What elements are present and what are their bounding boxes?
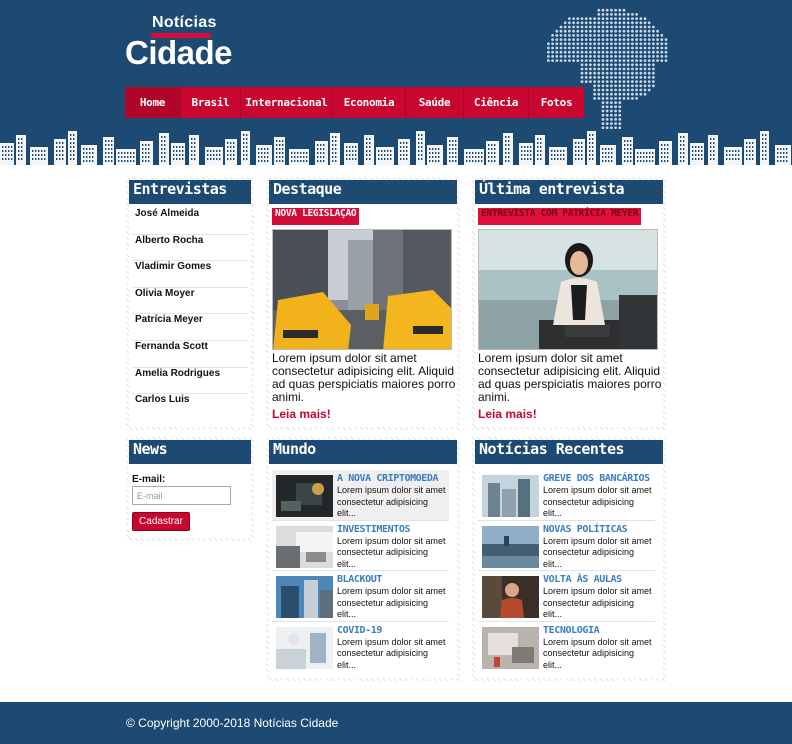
- news-item-title[interactable]: COVID-19: [337, 625, 382, 636]
- news-item-text: Lorem ipsum dolor sit amet consectetur a…: [337, 586, 446, 619]
- logo-top-text: Notícias: [152, 14, 217, 31]
- interviewee-link[interactable]: José Almeida: [132, 208, 248, 235]
- email-label: E-mail:: [132, 474, 166, 485]
- destaque-summary: Lorem ipsum dolor sit amet consectetur a…: [272, 351, 456, 404]
- news-thumbnail[interactable]: [276, 576, 333, 618]
- news-item[interactable]: TECNOLOGIA Lorem ipsum dolor sit amet co…: [478, 622, 655, 673]
- news-item-title[interactable]: A NOVA CRIPTOMOEDA: [337, 473, 439, 484]
- newsletter-title: News: [129, 440, 251, 464]
- nav-saude[interactable]: Saúde: [406, 87, 464, 118]
- copyright-text: © Copyright 2000-2018 Notícias Cidade: [126, 716, 339, 730]
- mundo-list: A NOVA CRIPTOMOEDA Lorem ipsum dolor sit…: [272, 470, 449, 672]
- interviewee-link[interactable]: Patrícia Meyer: [132, 314, 248, 341]
- mundo-panel: Mundo A NOVA CRIPTOMOEDA Lorem ipsum dol…: [266, 437, 460, 681]
- news-item-text: Lorem ipsum dolor sit amet consectetur a…: [543, 535, 652, 569]
- destaque-tag[interactable]: NOVA LEGISLAÇÃO: [272, 208, 360, 225]
- news-item[interactable]: NOVAS POLÍTICAS Lorem ipsum dolor sit am…: [478, 521, 655, 571]
- newsletter-panel: News E-mail: Cadastrar: [126, 437, 254, 541]
- news-item-title[interactable]: NOVAS POLÍTICAS: [543, 524, 628, 535]
- news-item-title[interactable]: VOLTA ÀS AULAS: [543, 574, 622, 585]
- mundo-title: Mundo: [269, 440, 457, 464]
- site-footer: © Copyright 2000-2018 Notícias Cidade: [0, 702, 792, 744]
- news-item-text: Lorem ipsum dolor sit amet consectetur a…: [543, 636, 652, 670]
- news-thumbnail[interactable]: [482, 626, 539, 669]
- ultima-entrevista-photo[interactable]: [478, 229, 658, 350]
- nav-ciencia[interactable]: Ciência: [464, 87, 529, 118]
- news-item-title[interactable]: BLACKOUT: [337, 574, 382, 585]
- destaque-title: Destaque: [269, 180, 457, 204]
- city-skyline-graphic: [0, 131, 791, 165]
- site-header: Notícias Cidade Home Brasil Internaciona…: [0, 0, 792, 165]
- noticias-recentes-panel: Notícias Recentes GREVE DOS BANCÁRIOS Lo…: [472, 437, 666, 681]
- subscribe-button[interactable]: Cadastrar: [132, 512, 190, 531]
- noticias-recentes-title: Notícias Recentes: [475, 440, 663, 464]
- news-thumbnail[interactable]: [276, 475, 333, 517]
- ultima-entrevista-panel: Última entrevista ENTREVISTA COM PATRÍCI…: [472, 177, 666, 430]
- news-item-text: Lorem ipsum dolor sit amet consectetur a…: [337, 636, 446, 670]
- read-more-link[interactable]: Leia mais!: [478, 407, 537, 421]
- news-thumbnail[interactable]: [482, 525, 539, 568]
- news-thumbnail[interactable]: [482, 475, 539, 517]
- news-item[interactable]: INVESTIMENTOS Lorem ipsum dolor sit amet…: [272, 521, 449, 571]
- interviewee-link[interactable]: Olivia Moyer: [132, 288, 248, 315]
- entrevistas-title: Entrevistas: [129, 180, 251, 204]
- interviewee-link[interactable]: Fernanda Scott: [132, 341, 248, 368]
- destaque-photo[interactable]: [272, 229, 452, 350]
- news-item-title[interactable]: GREVE DOS BANCÁRIOS: [543, 473, 650, 484]
- main-nav: Home Brasil Internacional Economia Saúde…: [125, 87, 584, 118]
- news-item-text: Lorem ipsum dolor sit amet consectetur a…: [543, 485, 652, 518]
- news-item[interactable]: A NOVA CRIPTOMOEDA Lorem ipsum dolor sit…: [272, 470, 449, 521]
- interviewee-link[interactable]: Alberto Rocha: [132, 235, 248, 262]
- news-item[interactable]: VOLTA ÀS AULAS Lorem ipsum dolor sit ame…: [478, 571, 655, 622]
- news-item-text: Lorem ipsum dolor sit amet consectetur a…: [337, 535, 446, 569]
- recentes-list: GREVE DOS BANCÁRIOS Lorem ipsum dolor si…: [478, 470, 655, 672]
- logo-bottom-text: Cidade: [125, 34, 233, 71]
- news-item-text: Lorem ipsum dolor sit amet consectetur a…: [543, 586, 652, 619]
- destaque-panel: Destaque NOVA LEGISLAÇÃO Lorem ipsum dol…: [266, 177, 460, 430]
- nav-home[interactable]: Home: [125, 87, 181, 118]
- interviewee-link[interactable]: Vladimir Gomes: [132, 261, 248, 288]
- news-item[interactable]: COVID-19 Lorem ipsum dolor sit amet cons…: [272, 622, 449, 673]
- read-more-link[interactable]: Leia mais!: [272, 407, 331, 421]
- news-thumbnail[interactable]: [276, 525, 333, 568]
- interviewee-link[interactable]: Carlos Luis: [132, 394, 248, 421]
- nav-brasil[interactable]: Brasil: [181, 87, 241, 118]
- site-logo[interactable]: Notícias Cidade: [125, 12, 240, 72]
- nav-economia[interactable]: Economia: [333, 87, 406, 118]
- ultima-entrevista-tag[interactable]: ENTREVISTA COM PATRÍCIA MEYER: [478, 208, 642, 225]
- entrevistas-panel: Entrevistas José Almeida Alberto Rocha V…: [126, 177, 254, 430]
- entrevistas-list: José Almeida Alberto Rocha Vladimir Gome…: [129, 208, 251, 421]
- news-item-title[interactable]: INVESTIMENTOS: [337, 524, 410, 535]
- news-item-title[interactable]: TECNOLOGIA: [543, 625, 600, 636]
- news-thumbnail[interactable]: [276, 626, 333, 669]
- news-item[interactable]: GREVE DOS BANCÁRIOS Lorem ipsum dolor si…: [478, 470, 655, 521]
- email-input[interactable]: [132, 486, 231, 505]
- news-thumbnail[interactable]: [482, 576, 539, 618]
- interviewee-link[interactable]: Amelia Rodrigues: [132, 368, 248, 395]
- ultima-entrevista-title: Última entrevista: [475, 180, 663, 204]
- news-item[interactable]: BLACKOUT Lorem ipsum dolor sit amet cons…: [272, 571, 449, 622]
- nav-internacional[interactable]: Internacional: [241, 87, 333, 118]
- ultima-entrevista-summary: Lorem ipsum dolor sit amet consectetur a…: [478, 351, 662, 404]
- news-item-text: Lorem ipsum dolor sit amet consectetur a…: [337, 485, 446, 518]
- nav-fotos[interactable]: Fotos: [529, 87, 584, 118]
